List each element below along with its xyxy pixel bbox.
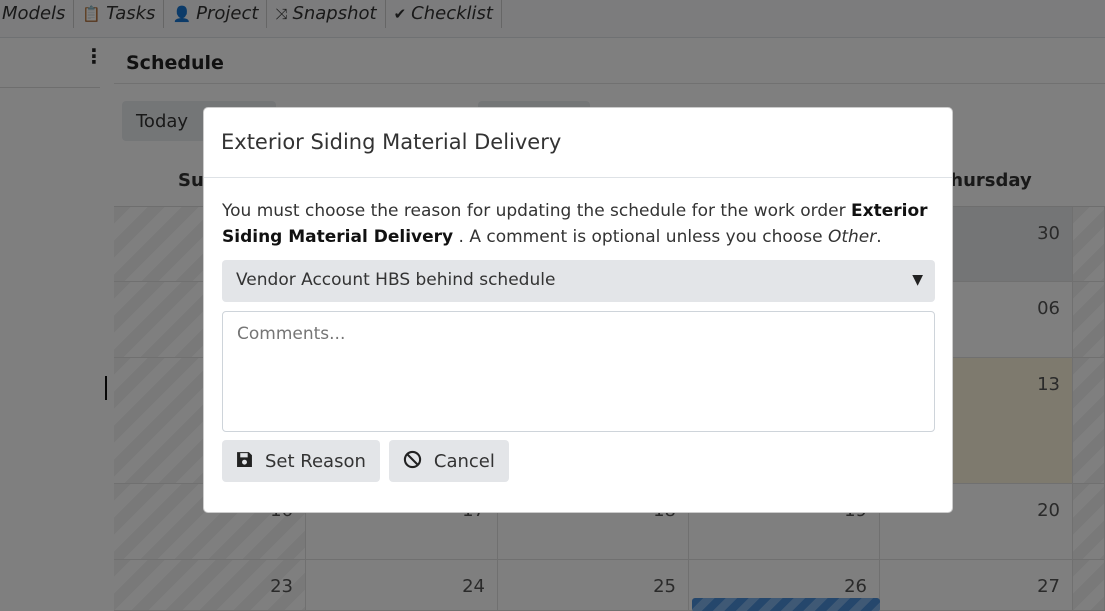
caret-down-icon: ▼: [912, 272, 923, 288]
floppy-disk-icon: [236, 451, 253, 472]
message-prefix: You must choose the reason for updating …: [222, 201, 851, 221]
modal-message: You must choose the reason for updating …: [222, 198, 934, 250]
cancel-label: Cancel: [433, 450, 495, 472]
message-end: .: [876, 227, 882, 247]
modal-header: Exterior Siding Material Delivery: [204, 108, 952, 178]
message-middle: . A comment is optional unless you choos…: [453, 227, 828, 247]
cancel-button[interactable]: Cancel: [388, 440, 509, 482]
comments-input[interactable]: [222, 311, 935, 432]
reason-dialog: Exterior Siding Material Delivery You mu…: [203, 107, 953, 513]
modal-actions: Set Reason Cancel: [222, 440, 934, 482]
set-reason-label: Set Reason: [265, 450, 366, 472]
modal-body: You must choose the reason for updating …: [204, 178, 952, 502]
message-other: Other: [827, 227, 877, 247]
reason-select-value: Vendor Account HBS behind schedule: [236, 270, 556, 290]
reason-select[interactable]: Vendor Account HBS behind schedule ▼: [222, 260, 935, 302]
ban-icon: [403, 450, 422, 473]
modal-title: Exterior Siding Material Delivery: [221, 130, 562, 154]
set-reason-button[interactable]: Set Reason: [222, 440, 380, 482]
